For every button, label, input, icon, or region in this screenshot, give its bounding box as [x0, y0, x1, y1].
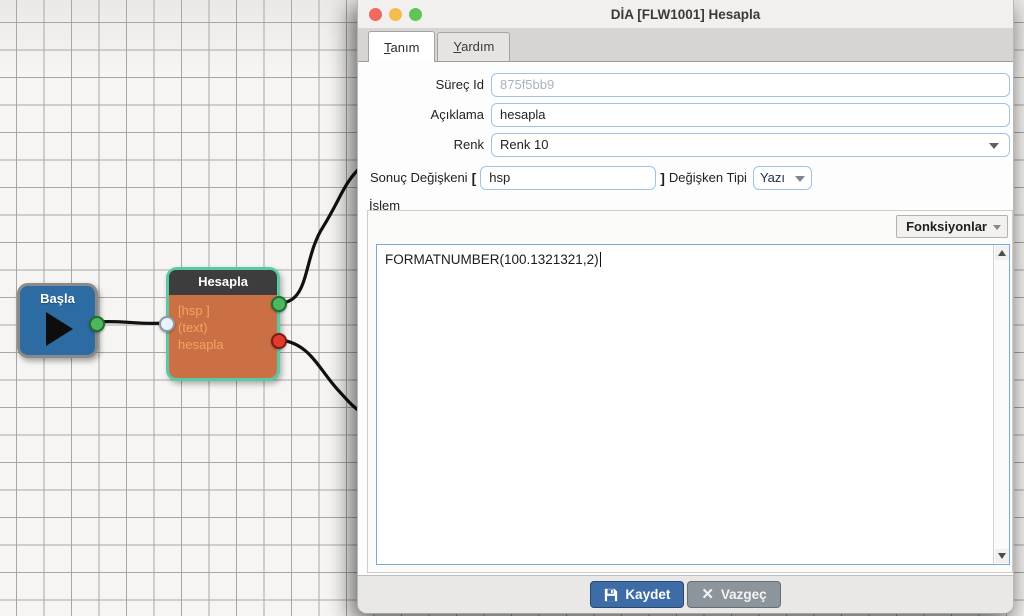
dialog-footer: Kaydet ✕ Vazgeç	[358, 575, 1013, 613]
bracket-close: ]	[656, 170, 669, 186]
renk-row: Renk Renk 10	[358, 132, 1010, 157]
tab-tanim[interactable]: Tanım	[368, 31, 435, 62]
sonuc-degiskeni-label: Sonuç Değişkeni	[370, 170, 468, 185]
node-basla[interactable]: Başla	[17, 283, 98, 358]
node-basla-label: Başla	[20, 291, 95, 306]
degisken-tipi-label: Değişken Tipi	[669, 170, 747, 185]
tab-content: Süreç Id Açıklama Renk Renk 10 Sonuç Değ…	[358, 62, 1013, 575]
play-icon	[46, 312, 73, 346]
fonksiyonlar-label: Fonksiyonlar	[906, 219, 987, 234]
vazgec-label: Vazgeç	[721, 587, 767, 602]
node-hesapla-line-var: [hsp ]	[178, 302, 277, 319]
node-hesapla-line-type: (text)	[178, 319, 277, 336]
node-hesapla[interactable]: Hesapla [hsp ] (text) hesapla	[166, 267, 280, 381]
renk-label: Renk	[358, 137, 491, 152]
chevron-down-icon	[989, 143, 999, 149]
arrow-down-icon	[998, 553, 1006, 559]
formula-text: FORMATNUMBER(100.1321321,2)	[385, 251, 987, 268]
renk-select-value: Renk 10	[500, 137, 548, 152]
scroll-down-button[interactable]	[995, 549, 1009, 563]
chevron-down-icon	[795, 176, 805, 182]
wire-basla-to-hesapla	[98, 322, 166, 324]
text-caret	[600, 252, 601, 267]
node-hesapla-title: Hesapla	[169, 270, 277, 295]
port-hesapla-input[interactable]	[159, 316, 175, 332]
editor-scrollbar[interactable]	[993, 245, 1009, 564]
surec-id-field[interactable]	[491, 73, 1010, 97]
bracket-open: [	[468, 170, 481, 186]
node-hesapla-body: [hsp ] (text) hesapla	[169, 295, 277, 353]
window-title: DİA [FLW1001] Hesapla	[358, 7, 1013, 22]
tab-bar: Tanım Yardım	[358, 29, 1013, 62]
aciklama-row: Açıklama	[358, 102, 1010, 127]
fonksiyonlar-dropdown-button[interactable]: Fonksiyonlar	[896, 215, 1008, 238]
node-hesapla-line-desc: hesapla	[178, 336, 277, 353]
save-icon	[604, 588, 618, 602]
sonuc-degiskeni-field[interactable]	[480, 166, 656, 190]
renk-select[interactable]: Renk 10	[491, 133, 1010, 157]
port-hesapla-output-success[interactable]	[271, 296, 287, 312]
kaydet-label: Kaydet	[625, 587, 670, 602]
hesapla-dialog: DİA [FLW1001] Hesapla Tanım Yardım Süreç…	[357, 0, 1014, 614]
dialog-titlebar[interactable]: DİA [FLW1001] Hesapla	[358, 0, 1013, 29]
degisken-tipi-select[interactable]: Yazı	[753, 166, 812, 190]
formula-editor[interactable]: FORMATNUMBER(100.1321321,2)	[376, 244, 1010, 565]
wire-hesapla-err-out	[281, 340, 362, 413]
cancel-icon: ✕	[701, 587, 714, 602]
port-basla-output[interactable]	[89, 316, 105, 332]
aciklama-field[interactable]	[491, 103, 1010, 127]
islem-panel: Fonksiyonlar FORMATNUMBER(100.1321321,2)	[367, 210, 1013, 573]
tab-yardim[interactable]: Yardım	[437, 32, 510, 61]
arrow-up-icon	[998, 250, 1006, 256]
kaydet-button[interactable]: Kaydet	[590, 581, 684, 608]
aciklama-label: Açıklama	[358, 107, 491, 122]
scroll-up-button[interactable]	[995, 246, 1009, 260]
degisken-tipi-value: Yazı	[760, 170, 785, 185]
chevron-down-icon	[993, 225, 1001, 230]
port-hesapla-output-error[interactable]	[271, 333, 287, 349]
vazgec-button[interactable]: ✕ Vazgeç	[687, 581, 780, 608]
wire-hesapla-ok-out	[281, 166, 362, 303]
surec-id-row: Süreç Id	[358, 72, 1010, 97]
sonuc-row: Sonuç Değişkeni [ ] Değişken Tipi Yazı	[370, 165, 1013, 190]
surec-id-label: Süreç Id	[358, 77, 491, 92]
